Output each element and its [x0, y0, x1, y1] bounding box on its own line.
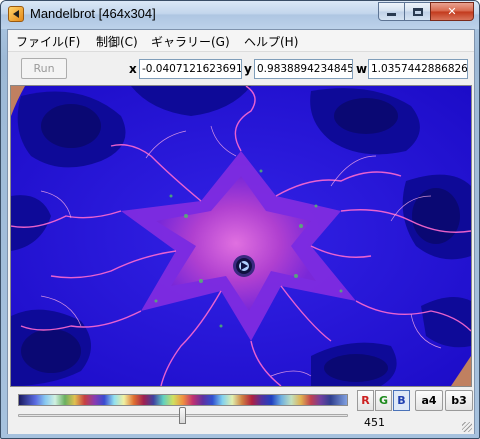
x-input[interactable]: -0.04071216236910 [139, 59, 242, 79]
x-label: x [129, 62, 137, 76]
app-icon[interactable] [8, 6, 24, 22]
menu-file[interactable]: ファイル(F) [16, 33, 80, 50]
green-channel-button[interactable]: G [375, 390, 392, 411]
palette-panel: 451 R G B a4 b3 [8, 388, 474, 434]
window-title: Mandelbrot [464x304] [30, 6, 156, 21]
b3-button[interactable]: b3 [445, 390, 473, 411]
menu-gallery[interactable]: ギャラリー(G) [151, 33, 230, 50]
channel-buttons: R G B [357, 390, 411, 411]
minimize-button[interactable] [378, 2, 405, 21]
a4-button[interactable]: a4 [415, 390, 443, 411]
red-channel-button[interactable]: R [357, 390, 374, 411]
title-bar[interactable]: Mandelbrot [464x304] ✕ [1, 1, 479, 29]
menu-help[interactable]: ヘルプ(H) [244, 33, 298, 50]
window-controls: ✕ [378, 2, 474, 21]
w-label: w [356, 62, 368, 76]
w-input[interactable]: 1.03574428868265 [368, 59, 468, 79]
menu-bar: ファイル(F) 制御(C) ギャラリー(G) ヘルプ(H) [8, 30, 474, 52]
resize-grip-icon[interactable] [462, 422, 472, 432]
menu-control[interactable]: 制御(C) [96, 33, 138, 50]
fractal-canvas[interactable] [10, 85, 472, 387]
close-button[interactable]: ✕ [430, 2, 474, 21]
client-area: ファイル(F) 制御(C) ギャラリー(G) ヘルプ(H) Run x -0.0… [7, 29, 475, 434]
close-icon: ✕ [447, 5, 457, 18]
iteration-slider-thumb[interactable] [179, 407, 186, 424]
color-palette-strip[interactable] [18, 394, 348, 406]
fractal-image [11, 86, 471, 386]
app-window: Mandelbrot [464x304] ✕ ファイル(F) 制御(C) ギャラ… [0, 0, 480, 439]
maximize-icon [412, 7, 423, 16]
toolbar: Run x -0.04071216236910 y 0.983889423484… [8, 53, 474, 83]
maximize-button[interactable] [404, 2, 431, 21]
y-input[interactable]: 0.98388942348450 [254, 59, 353, 79]
blue-channel-button[interactable]: B [393, 390, 410, 411]
iteration-value: 451 [364, 416, 385, 429]
run-button[interactable]: Run [21, 58, 67, 79]
y-label: y [244, 62, 252, 76]
minimize-icon [387, 13, 396, 16]
